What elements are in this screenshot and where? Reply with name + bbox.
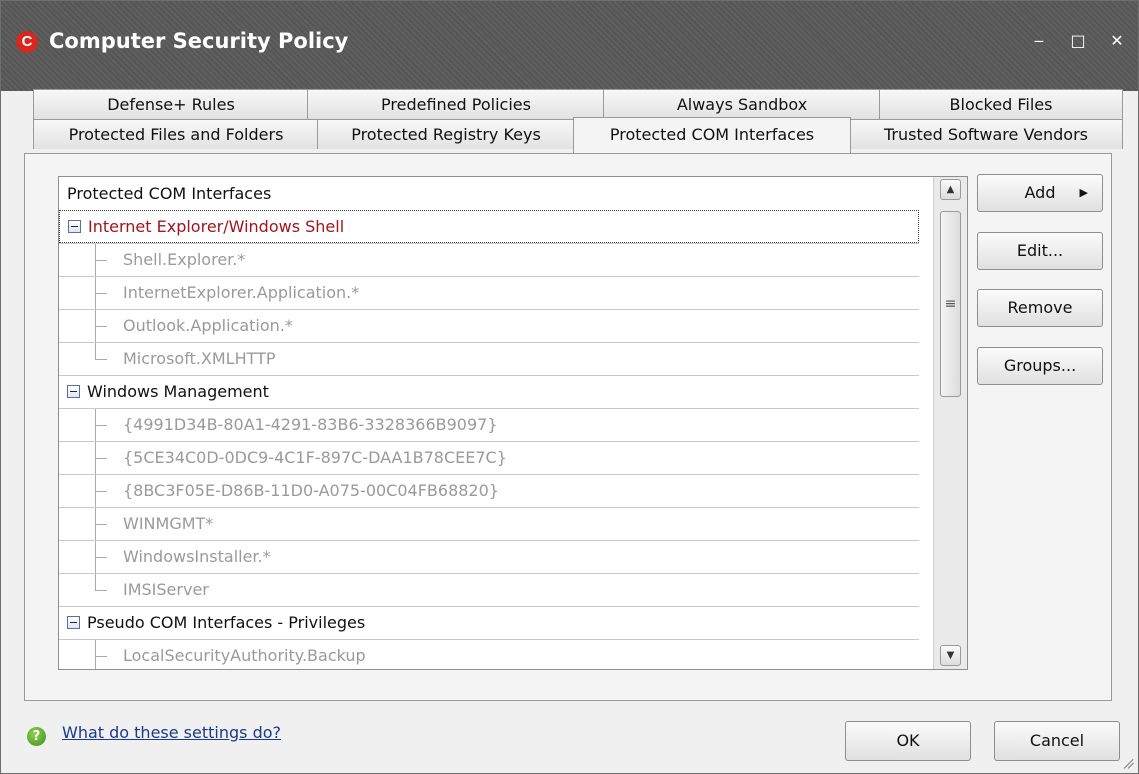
tree-connector-icon bbox=[95, 640, 107, 669]
close-button[interactable]: ✕ bbox=[1103, 27, 1131, 55]
item-label: Microsoft.XMLHTTP bbox=[123, 349, 276, 368]
security-policy-window: C Computer Security Policy ‒ □ ✕ Defense… bbox=[0, 0, 1139, 774]
scroll-up-icon[interactable]: ▲ bbox=[940, 179, 961, 200]
window-title: Computer Security Policy bbox=[49, 29, 349, 53]
tree-item-row[interactable]: WindowsInstaller.* bbox=[59, 540, 919, 573]
tree-connector-icon bbox=[95, 475, 107, 507]
item-label: InternetExplorer.Application.* bbox=[123, 283, 360, 302]
tree-item-row[interactable]: LocalSecurityAuthority.Backup bbox=[59, 639, 919, 669]
tree-item-row[interactable]: IMSIServer bbox=[59, 573, 919, 606]
tree-connector-icon bbox=[95, 574, 107, 606]
tree-connector-icon bbox=[95, 409, 107, 441]
tab-panel: Protected COM Interfaces Internet Explor… bbox=[24, 153, 1112, 701]
tree-item-row[interactable]: Microsoft.XMLHTTP bbox=[59, 342, 919, 375]
help-link[interactable]: What do these settings do? bbox=[62, 723, 281, 742]
tree-group-row[interactable]: Windows Management bbox=[59, 375, 919, 408]
help-question-icon[interactable]: ? bbox=[27, 727, 46, 746]
tree-group-row[interactable]: Internet Explorer/Windows Shell bbox=[59, 210, 919, 243]
collapse-icon[interactable] bbox=[67, 616, 80, 629]
tab-protected-files-folders[interactable]: Protected Files and Folders bbox=[33, 119, 319, 149]
item-label: LocalSecurityAuthority.Backup bbox=[123, 646, 366, 665]
tree-connector-icon bbox=[95, 277, 107, 309]
tree-connector-icon bbox=[95, 442, 107, 474]
cancel-button[interactable]: Cancel bbox=[994, 721, 1120, 761]
tree-item-row[interactable]: {4991D34B-80A1-4291-83B6-3328366B9097} bbox=[59, 408, 919, 441]
item-label: {4991D34B-80A1-4291-83B6-3328366B9097} bbox=[123, 415, 498, 434]
remove-button[interactable]: Remove bbox=[977, 289, 1103, 327]
maximize-button[interactable]: □ bbox=[1064, 27, 1092, 55]
edit-button[interactable]: Edit... bbox=[977, 232, 1103, 270]
item-label: {5CE34C0D-0DC9-4C1F-897C-DAA1B78CEE7C} bbox=[123, 448, 507, 467]
tree-item-row[interactable]: {8BC3F05E-D86B-11D0-A075-00C04FB68820} bbox=[59, 474, 919, 507]
tree-item-row[interactable]: WINMGMT* bbox=[59, 507, 919, 540]
group-label: Pseudo COM Interfaces - Privileges bbox=[87, 613, 366, 632]
submenu-arrow-icon: ▶ bbox=[1079, 186, 1088, 199]
tab-defense-rules[interactable]: Defense+ Rules bbox=[33, 89, 309, 119]
group-label: Windows Management bbox=[87, 382, 269, 401]
ok-button[interactable]: OK bbox=[845, 721, 971, 761]
tree-connector-icon bbox=[95, 343, 107, 375]
scroll-down-icon[interactable]: ▼ bbox=[940, 645, 961, 666]
collapse-icon[interactable] bbox=[68, 220, 81, 233]
item-label: Shell.Explorer.* bbox=[123, 250, 246, 269]
groups-button[interactable]: Groups... bbox=[977, 347, 1103, 385]
scroll-thumb[interactable]: ≡ bbox=[940, 211, 961, 397]
resize-grip-icon[interactable] bbox=[1122, 757, 1135, 769]
com-interfaces-tree[interactable]: Protected COM Interfaces Internet Explor… bbox=[58, 176, 968, 670]
collapse-icon[interactable] bbox=[67, 385, 80, 398]
tree-connector-icon bbox=[95, 508, 107, 540]
tab-protected-registry-keys[interactable]: Protected Registry Keys bbox=[317, 119, 575, 149]
tree-connector-icon bbox=[95, 310, 107, 342]
add-button[interactable]: Add ▶ bbox=[977, 174, 1103, 212]
title-bar[interactable]: C Computer Security Policy ‒ □ ✕ bbox=[1, 1, 1138, 91]
tree-connector-icon bbox=[95, 244, 107, 276]
item-label: WindowsInstaller.* bbox=[123, 547, 271, 566]
tree-scrollbar[interactable]: ▲ ≡ ▼ bbox=[933, 177, 967, 669]
tab-blocked-files[interactable]: Blocked Files bbox=[879, 89, 1123, 119]
tab-protected-com-interfaces[interactable]: Protected COM Interfaces bbox=[573, 117, 851, 153]
tree-item-row[interactable]: {5CE34C0D-0DC9-4C1F-897C-DAA1B78CEE7C} bbox=[59, 441, 919, 474]
item-label: Outlook.Application.* bbox=[123, 316, 293, 335]
tab-always-sandbox[interactable]: Always Sandbox bbox=[603, 89, 881, 119]
item-label: IMSIServer bbox=[123, 580, 209, 599]
tree-connector-icon bbox=[95, 541, 107, 573]
minimize-button[interactable]: ‒ bbox=[1025, 27, 1053, 55]
tree-group-row[interactable]: Pseudo COM Interfaces - Privileges bbox=[59, 606, 919, 639]
tree-item-row[interactable]: InternetExplorer.Application.* bbox=[59, 276, 919, 309]
add-label: Add bbox=[1024, 183, 1056, 202]
tab-predefined-policies[interactable]: Predefined Policies bbox=[307, 89, 605, 119]
tab-trusted-software-vendors[interactable]: Trusted Software Vendors bbox=[849, 119, 1123, 149]
tree-item-row[interactable]: Outlook.Application.* bbox=[59, 309, 919, 342]
tree-item-row[interactable]: Shell.Explorer.* bbox=[59, 243, 919, 276]
comodo-logo-icon: C bbox=[16, 31, 38, 53]
item-label: WINMGMT* bbox=[123, 514, 214, 533]
item-label: {8BC3F05E-D86B-11D0-A075-00C04FB68820} bbox=[123, 481, 499, 500]
group-label: Internet Explorer/Windows Shell bbox=[88, 217, 345, 236]
tree-header: Protected COM Interfaces bbox=[67, 184, 272, 203]
